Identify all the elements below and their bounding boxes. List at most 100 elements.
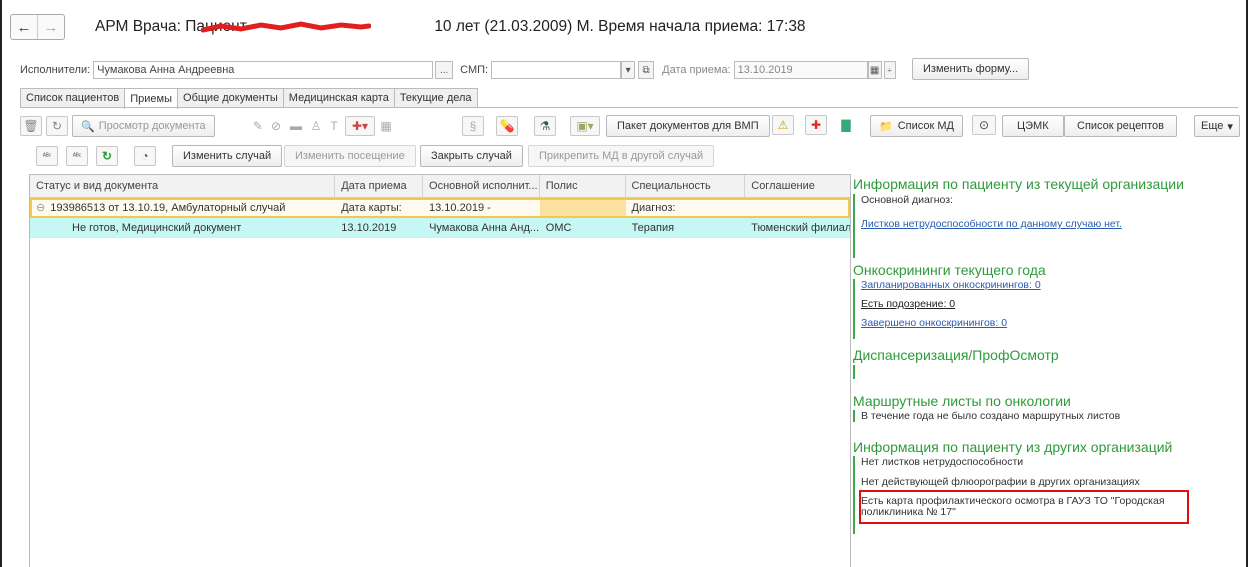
title-suffix: 10 лет (21.03.2009) М. Время начала прие… [434,18,806,35]
table-row[interactable]: Не готов, Медицинский документ 13.10.201… [30,218,850,238]
back-arrow-icon[interactable]: ← [11,15,37,39]
calendar-icon[interactable]: ▦ [867,61,882,79]
cell-date: 13.10.2019 [341,221,397,234]
change-visit-button[interactable]: Изменить посещение [284,145,416,167]
refresh-icon[interactable]: ↻ [96,146,118,166]
route-sheets-text: В течение года не было создано маршрутны… [853,410,1120,422]
section-body: Основной диагноз: Листков нетрудоспособн… [853,194,1184,258]
medical-cross-icon[interactable]: ✚ [805,115,827,135]
close-case-button[interactable]: Закрыть случай [420,145,523,167]
attach-md-button[interactable]: Прикрепить МД в другой случай [528,145,715,167]
date-field[interactable]: 13.10.2019 [733,61,868,79]
spellcheck-all-icon[interactable]: ᴬᴮᶜ [66,146,88,166]
chevron-down-icon: ▾ [1227,120,1233,133]
section-title: Информация по пациенту из текущей органи… [853,176,1184,192]
case-label: 193986513 от 13.10.19, Амбулаторный случ… [50,201,286,214]
tab-divider [20,107,1238,108]
completed-screening-link[interactable]: Завершено онкоскринингов: 0 [861,317,1046,329]
tools-dropdown-icon[interactable]: ✚▾ [345,116,375,136]
section-body [853,365,1059,379]
no-sick-leave-text: Нет листков нетрудоспособности [861,456,1024,468]
delete-icon[interactable]: 🗑 [20,116,42,136]
smp-label: СМП: [460,64,489,76]
list-md-label: Список МД [897,120,954,132]
chevron-down-icon[interactable]: ▾ [621,61,636,79]
tab-common-docs[interactable]: Общие документы [177,88,284,107]
person-icon[interactable]: ♙ [308,116,324,136]
section-title: Онкоскрининги текущего года [853,262,1046,278]
tab-patient-list[interactable]: Список пациентов [20,88,126,107]
cell-agreement [745,198,850,217]
document-icon[interactable]: § [462,116,484,136]
tab-appointments[interactable]: Приемы [124,88,179,109]
redaction-scribble [201,21,371,33]
col-specialty[interactable]: Специальность [626,175,746,197]
cemk-button[interactable]: ЦЭМК [1002,115,1064,137]
no-fluorography-text: Нет действующей флюорографии в других ор… [861,476,1140,488]
flask-icon[interactable]: ⚗ [534,116,556,136]
grid-icon[interactable]: ▦ [378,116,394,136]
collapse-icon[interactable]: ⊖ [36,201,45,214]
cell-status: ⊖ 193986513 от 13.10.19, Амбулаторный слу… [30,198,335,217]
title-bar: ← → АРМ Врача: Пациент -10 лет (21.03.20… [10,12,806,42]
view-document-label: Просмотр документа [98,120,206,132]
spellcheck-icon[interactable]: ᴬᴮᶜ [36,146,58,166]
tab-medical-card[interactable]: Медицинская карта [282,88,395,107]
view-document-button[interactable]: 🔍 Просмотр документа [72,115,215,137]
performer-select-button[interactable]: ... [435,61,454,79]
print-icon[interactable]: ▬ [288,116,304,136]
tab-strip: Список пациентов Приемы Общие документы … [20,88,478,109]
forward-arrow-icon[interactable]: → [37,15,64,39]
section-body: Запланированных онкоскринингов: 0 Есть п… [853,279,1046,339]
col-performer[interactable]: Основной исполнит... [423,175,540,197]
warning-icon[interactable]: ⚠ [772,115,794,135]
package-vmp-button[interactable]: Пакет документов для ВМП [606,115,770,137]
highlight-box [859,490,1189,524]
sick-leave-link[interactable]: Листков нетрудоспособности по данному сл… [861,218,1184,230]
search-person-icon[interactable]: ⊙ [972,115,996,135]
col-agreement[interactable]: Соглашение [745,175,850,197]
col-date[interactable]: Дата приема [335,175,424,197]
link-icon[interactable]: ⊘ [268,116,284,136]
col-policy[interactable]: Полис [540,175,626,197]
planned-screening-link[interactable]: Запланированных онкоскринингов: 0 [861,279,1046,291]
open-icon[interactable]: ⧉ [638,61,655,79]
col-status[interactable]: Статус и вид документа [30,175,336,197]
cell-date: Дата карты: [341,201,402,214]
nav-buttons: ← → [10,14,65,40]
cell-performer: Чумакова Анна Анд... [429,221,540,234]
section-dispensary: Диспансеризация/ПрофОсмотр [853,347,1059,379]
list-md-button[interactable]: 📁 Список МД [870,115,963,137]
appointments-table: Статус и вид документа Дата приема Основ… [29,174,851,567]
table-header: Статус и вид документа Дата приема Основ… [30,175,850,198]
tab-current-tasks[interactable]: Текущие дела [393,88,478,107]
suspicion-link[interactable]: Есть подозрение: 0 [861,298,1046,310]
text-icon[interactable]: T [326,116,342,136]
section-title: Информация по пациенту из других организ… [853,439,1173,455]
change-form-button[interactable]: Изменить форму... [912,58,1030,80]
smp-field[interactable] [491,61,622,79]
window-title: АРМ Врача: Пациент -10 лет (21.03.2009) … [95,18,806,36]
more-button[interactable]: Еще ▾ [1194,115,1240,137]
pen-icon[interactable]: ✎ [250,116,266,136]
stamp-dropdown-icon[interactable]: ▣▾ [570,116,600,136]
recipes-list-button[interactable]: Список рецептов [1064,115,1178,137]
pill-icon[interactable]: 💊 [496,116,518,136]
refresh-history-icon[interactable]: ↻ [46,116,68,136]
table-row[interactable]: ⊖ 193986513 от 13.10.19, Амбулаторный слу… [30,198,850,218]
app-window: ← → АРМ Врача: Пациент -10 лет (21.03.20… [0,0,1248,567]
clock-icon[interactable]: ◔ [134,146,156,166]
date-stepper[interactable]: ÷ [883,61,896,79]
cell-specialty: Терапия [631,221,675,234]
filter-row: Исполнители: Чумакова Анна Андреевна ...… [20,60,896,80]
date-label: Дата приема: [662,64,731,76]
section-current-org: Информация по пациенту из текущей органи… [853,176,1184,258]
folder-icon: 📁 [879,120,893,133]
change-case-button[interactable]: Изменить случай [172,145,283,167]
cell-status: Не готов, Медицинский документ [72,221,242,234]
more-label: Еще [1201,120,1224,132]
cell-agreement: Тюменский филиал [751,221,850,234]
section-title: Маршрутные листы по онкологии [853,393,1071,409]
chart-icon[interactable]: ▇ [835,115,857,135]
performer-field[interactable]: Чумакова Анна Андреевна [93,61,434,79]
